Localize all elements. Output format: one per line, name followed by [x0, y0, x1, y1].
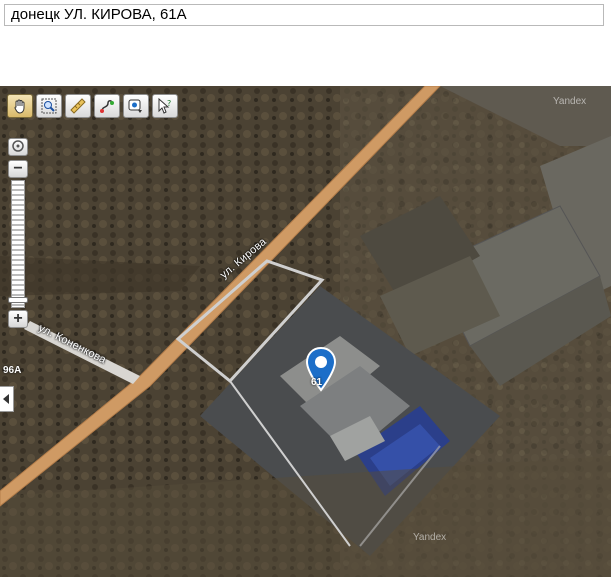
compass-icon	[12, 140, 24, 152]
add-placemark-button[interactable]	[123, 94, 149, 118]
hand-icon	[14, 99, 25, 114]
map-view[interactable]: ? − + ул. Кирова ул. Коненкова 96А Yande…	[0, 86, 611, 577]
help-cursor-button[interactable]: ?	[152, 94, 178, 118]
help-cursor-icon: ?	[158, 98, 171, 114]
zoom-control: − +	[8, 138, 28, 328]
svg-text:?: ?	[167, 99, 171, 108]
zoom-slider[interactable]	[8, 180, 28, 308]
ruler-icon	[70, 98, 86, 114]
ruler-button[interactable]	[65, 94, 91, 118]
route-icon	[100, 100, 114, 113]
zoom-reset-button[interactable]	[8, 138, 28, 156]
zoom-out-button[interactable]: −	[8, 160, 28, 178]
house-number-label: 96А	[3, 365, 22, 376]
yandex-watermark-bottom: Yandex	[413, 532, 447, 543]
zoom-in-button[interactable]: +	[8, 310, 28, 328]
add-placemark-icon	[128, 99, 142, 113]
satellite-image	[0, 86, 611, 577]
marker-house-number: 61	[311, 377, 323, 388]
map-toolbar: ?	[7, 94, 178, 118]
zoom-area-icon	[41, 98, 57, 114]
zoom-slider-thumb[interactable]	[8, 297, 28, 303]
route-button[interactable]	[94, 94, 120, 118]
zoom-area-button[interactable]	[36, 94, 62, 118]
search-input[interactable]: донецк УЛ. КИРОВА, 61А	[4, 4, 604, 26]
yandex-watermark-top: Yandex	[553, 96, 587, 107]
hand-tool-button[interactable]	[7, 94, 33, 118]
chevron-left-icon	[2, 394, 9, 404]
sidebar-toggle-button[interactable]	[0, 386, 14, 412]
